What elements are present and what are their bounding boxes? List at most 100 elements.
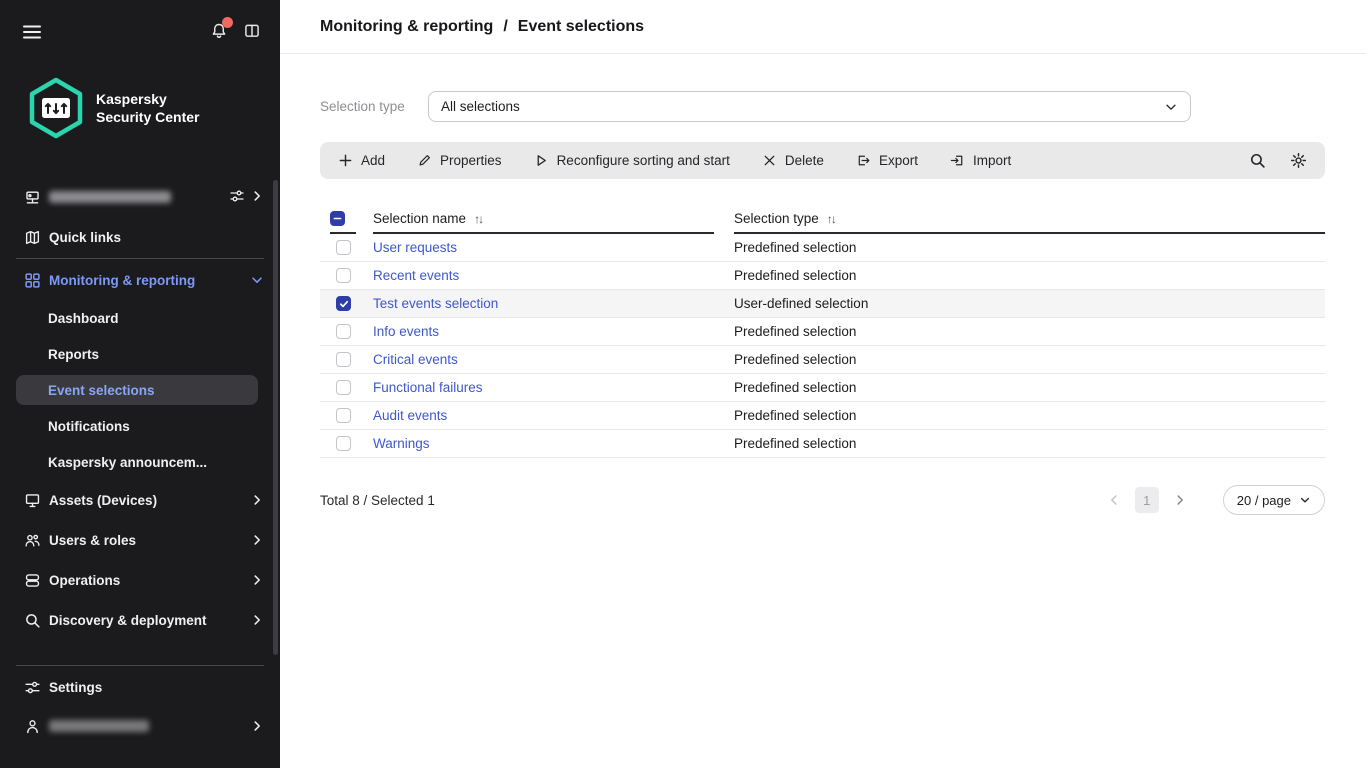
selection-type-value: Predefined selection: [734, 380, 857, 395]
sidebar-item-assets-devices[interactable]: Assets (Devices): [0, 480, 280, 520]
chevron-right-icon[interactable]: [250, 573, 264, 587]
import-button[interactable]: Import: [950, 153, 1011, 168]
row-checkbox[interactable]: [336, 240, 351, 255]
table-row[interactable]: User requests Predefined selection: [320, 234, 1325, 262]
server-name-redacted: [49, 191, 171, 203]
chevron-right-icon[interactable]: [250, 533, 264, 547]
row-checkbox[interactable]: [336, 324, 351, 339]
sidebar-item-label: Kaspersky announcem...: [48, 454, 208, 470]
selection-name-link[interactable]: Test events selection: [373, 296, 498, 311]
sidebar-item-user-account[interactable]: [0, 706, 280, 746]
plus-icon: [339, 154, 352, 167]
row-checkbox-checked[interactable]: [336, 296, 351, 311]
table-row[interactable]: Info events Predefined selection: [320, 318, 1325, 346]
export-button[interactable]: Export: [856, 153, 918, 168]
chevron-right-icon[interactable]: [250, 189, 264, 206]
selection-type-select[interactable]: All selections: [428, 91, 1191, 122]
sidebar-item-label: Users & roles: [49, 532, 137, 548]
sidebar-item-label: Event selections: [48, 382, 155, 398]
reconfigure-sorting-button[interactable]: Reconfigure sorting and start: [534, 153, 730, 168]
button-label: Reconfigure sorting and start: [556, 153, 730, 168]
sidebar-item-discovery-deployment[interactable]: Discovery & deployment: [0, 600, 280, 640]
documentation-book-icon[interactable]: [243, 22, 261, 40]
search-icon[interactable]: [1249, 152, 1266, 169]
properties-button[interactable]: Properties: [417, 153, 502, 168]
sidebar-item-event-selections[interactable]: Event selections: [16, 375, 258, 405]
selection-name-link[interactable]: Audit events: [373, 408, 447, 423]
button-label: Import: [972, 153, 1012, 168]
row-checkbox[interactable]: [336, 408, 351, 423]
chevron-down-icon[interactable]: [250, 273, 264, 287]
sidebar-item-server[interactable]: [0, 177, 280, 217]
page-number-button[interactable]: 1: [1134, 487, 1159, 513]
chevron-right-icon[interactable]: [250, 613, 264, 627]
server-settings-sliders-icon[interactable]: [229, 188, 245, 207]
sidebar-item-notifications[interactable]: Notifications: [0, 408, 280, 444]
hamburger-menu-icon[interactable]: [22, 22, 42, 42]
table-header-row: Selection name ↑↓ Selection type ↑↓: [320, 205, 1325, 234]
selection-name-link[interactable]: User requests: [373, 240, 457, 255]
table-row[interactable]: Warnings Predefined selection: [320, 430, 1325, 458]
selection-name-link[interactable]: Warnings: [373, 436, 430, 451]
selection-name-link[interactable]: Critical events: [373, 352, 458, 367]
search-icon: [24, 612, 41, 629]
table-row-selected[interactable]: Test events selection User-defined selec…: [320, 290, 1325, 318]
username-redacted: [49, 720, 149, 732]
sidebar-item-quick-links[interactable]: Quick links: [0, 217, 280, 257]
sidebar-item-label: Discovery & deployment: [49, 612, 207, 628]
sidebar-item-label: Settings: [49, 679, 103, 695]
column-header-selection-name[interactable]: Selection name: [373, 211, 466, 226]
table-row[interactable]: Audit events Predefined selection: [320, 402, 1325, 430]
page-size-select[interactable]: 20 / page: [1222, 485, 1325, 515]
notifications-bell-icon[interactable]: [210, 17, 233, 40]
row-checkbox[interactable]: [336, 380, 351, 395]
gear-icon[interactable]: [1290, 152, 1307, 169]
table-row[interactable]: Recent events Predefined selection: [320, 262, 1325, 290]
selection-type-value: Predefined selection: [734, 408, 857, 423]
sidebar-item-settings[interactable]: Settings: [0, 668, 280, 706]
row-checkbox[interactable]: [336, 436, 351, 451]
sidebar-item-dashboard[interactable]: Dashboard: [0, 300, 280, 336]
sidebar-item-kaspersky-announcements[interactable]: Kaspersky announcem...: [0, 444, 280, 480]
selection-type-value: Predefined selection: [734, 352, 857, 367]
play-icon: [537, 155, 546, 166]
page-size-value: 20 / page: [1236, 492, 1291, 508]
button-label: Export: [878, 153, 918, 168]
table-row[interactable]: Functional failures Predefined selection: [320, 374, 1325, 402]
chevron-right-icon[interactable]: [250, 493, 264, 507]
row-checkbox[interactable]: [336, 268, 351, 283]
add-button[interactable]: Add: [338, 153, 385, 168]
sidebar-item-reports[interactable]: Reports: [0, 336, 280, 372]
chevron-right-icon[interactable]: [250, 719, 264, 733]
select-all-checkbox[interactable]: [330, 211, 345, 226]
sidebar-item-operations[interactable]: Operations: [0, 560, 280, 600]
next-page-icon[interactable]: [1173, 493, 1187, 507]
app-logo: Kaspersky Security Center: [28, 77, 280, 139]
breadcrumb-separator: /: [503, 17, 508, 35]
grid-icon: [24, 272, 41, 289]
sidebar-item-label: Monitoring & reporting: [49, 272, 196, 288]
sidebar-scrollbar[interactable]: [273, 180, 278, 655]
column-header-selection-type[interactable]: Selection type: [734, 211, 819, 226]
row-checkbox[interactable]: [336, 352, 351, 367]
sidebar-item-users-roles[interactable]: Users & roles: [0, 520, 280, 560]
sort-icon[interactable]: ↑↓: [827, 212, 837, 226]
total-selected-summary: Total 8 / Selected 1: [320, 492, 435, 508]
delete-button[interactable]: Delete: [762, 153, 824, 168]
stack-icon: [24, 572, 41, 589]
sidebar-divider: [16, 258, 264, 259]
selection-name-link[interactable]: Recent events: [373, 268, 459, 283]
table-row[interactable]: Critical events Predefined selection: [320, 346, 1325, 374]
previous-page-icon[interactable]: [1107, 493, 1121, 507]
kaspersky-hexagon-logo-icon: [29, 77, 83, 139]
users-icon: [24, 532, 41, 549]
selection-name-link[interactable]: Functional failures: [373, 380, 483, 395]
sidebar-item-monitoring-reporting[interactable]: Monitoring & reporting: [0, 260, 280, 300]
x-icon: [764, 155, 775, 166]
sidebar-item-label: Quick links: [49, 229, 122, 245]
breadcrumb-section[interactable]: Monitoring & reporting: [320, 18, 493, 36]
sort-icon[interactable]: ↑↓: [474, 212, 484, 226]
sidebar-item-label: Notifications: [48, 418, 130, 434]
selection-name-link[interactable]: Info events: [373, 324, 439, 339]
sidebar-top-bar: [0, 0, 280, 64]
